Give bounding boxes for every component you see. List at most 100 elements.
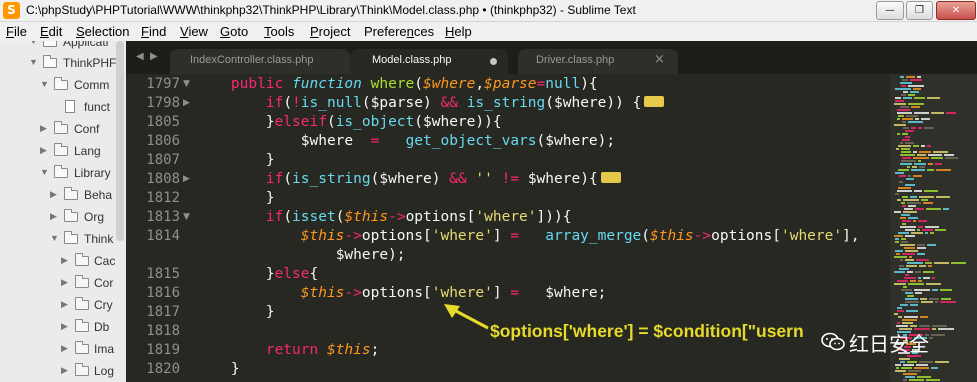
minimap-line: [943, 208, 949, 210]
tab-bar: ◀ ▶ IndexController.class.php Model.clas…: [126, 41, 977, 74]
close-button[interactable]: ✕: [936, 1, 976, 20]
minimap-line: [906, 265, 917, 267]
minimap-line: [907, 271, 913, 273]
minimap-line: [897, 190, 912, 192]
minimap-line: [941, 298, 951, 300]
minimap-line: [926, 283, 941, 285]
expand-arrow-icon[interactable]: ▼: [50, 233, 59, 243]
minimap-line: [903, 97, 912, 99]
line-number: 1819: [146, 342, 180, 358]
tab-model-class[interactable]: Model.class.php: [350, 49, 508, 74]
minimap-line: [907, 262, 923, 264]
minimap-line: [936, 169, 951, 171]
minimap-line: [905, 184, 915, 186]
minimap-line: [913, 151, 917, 153]
folded-code-badge[interactable]: [644, 90, 665, 107]
minimap-line: [898, 187, 911, 189]
menu-file[interactable]: File: [6, 24, 27, 39]
collapse-arrow-icon[interactable]: ▶: [40, 145, 47, 156]
minimap-line: [895, 238, 899, 240]
minimap-line: [946, 112, 956, 114]
tab-driver-class[interactable]: Driver.class.php ×: [518, 49, 678, 74]
fold-closed-icon[interactable]: ▶: [183, 174, 190, 184]
minimap-line: [900, 244, 915, 246]
minimap-line: [911, 232, 923, 234]
minimap-line: [908, 283, 924, 285]
minimap-line: [902, 319, 917, 321]
expand-arrow-icon[interactable]: ▼: [40, 167, 49, 177]
minimap-line: [902, 121, 906, 123]
expand-arrow-icon[interactable]: ▼: [29, 41, 38, 46]
menu-help[interactable]: Help: [445, 24, 472, 39]
tab-scroll-right-icon[interactable]: ▶: [150, 51, 158, 62]
minimap-line: [905, 376, 915, 378]
collapse-arrow-icon[interactable]: ▶: [50, 211, 57, 222]
minimap-line: [901, 367, 912, 369]
minimap-line: [894, 271, 905, 273]
menu-find[interactable]: Find: [141, 24, 166, 39]
fold-open-icon[interactable]: ▼: [183, 79, 190, 89]
menu-goto[interactable]: Goto: [220, 24, 248, 39]
minimap-line: [940, 301, 956, 303]
minimap-line: [905, 292, 913, 294]
minimap-line: [914, 289, 930, 291]
minimap-line: [919, 166, 925, 168]
minimap-line: [894, 283, 906, 285]
minimap-line: [901, 94, 906, 96]
menu-preferences[interactable]: Preferences: [364, 24, 434, 39]
minimap-line: [895, 97, 901, 99]
menu-selection[interactable]: Selection: [76, 24, 129, 39]
minimap-line: [932, 289, 938, 291]
minimap-line: [906, 76, 915, 78]
line-number: 1820: [146, 361, 180, 377]
menu-project[interactable]: Project: [310, 24, 350, 39]
minimap-line: [897, 109, 910, 111]
menu-tools[interactable]: Tools: [264, 24, 294, 39]
unsaved-dot-icon[interactable]: [490, 58, 497, 65]
minimap-line: [935, 301, 938, 303]
minimap-line: [912, 166, 917, 168]
minimap-line: [896, 325, 908, 327]
collapse-arrow-icon[interactable]: ▶: [61, 321, 68, 332]
collapse-arrow-icon[interactable]: ▶: [61, 365, 68, 376]
minimap-line: [923, 277, 930, 279]
minimap-line: [902, 322, 913, 324]
minimap-line: [919, 361, 933, 363]
collapse-arrow-icon[interactable]: ▶: [61, 255, 68, 266]
minimap-line: [926, 379, 940, 381]
minimap-line: [944, 154, 954, 156]
menu-edit[interactable]: Edit: [40, 24, 62, 39]
tab-index-controller[interactable]: IndexController.class.php: [170, 49, 350, 74]
fold-open-icon[interactable]: ▼: [183, 212, 190, 222]
minimize-button[interactable]: —: [876, 1, 904, 20]
annotation-arrow-icon: [444, 304, 489, 330]
minimap-line: [934, 262, 949, 264]
tab-scroll-left-icon[interactable]: ◀: [136, 51, 144, 62]
collapse-arrow-icon[interactable]: ▶: [40, 123, 47, 134]
tab-close-icon[interactable]: ×: [654, 52, 665, 67]
minimap-line: [928, 163, 933, 165]
expand-arrow-icon[interactable]: ▼: [40, 79, 49, 89]
minimap-line: [918, 160, 921, 162]
expand-arrow-icon[interactable]: ▼: [29, 57, 38, 67]
sublime-app-icon[interactable]: S: [3, 2, 20, 19]
folder-icon: [75, 275, 89, 288]
minimap-line: [914, 367, 929, 369]
minimap-line: [909, 256, 912, 258]
collapse-arrow-icon[interactable]: ▶: [61, 277, 68, 288]
collapse-arrow-icon[interactable]: ▶: [61, 299, 68, 310]
collapse-arrow-icon[interactable]: ▶: [50, 189, 57, 200]
minimap-line: [896, 367, 899, 369]
maximize-button[interactable]: ❐: [906, 1, 933, 20]
minimap-line: [921, 118, 930, 120]
minimap-line: [908, 205, 916, 207]
sidebar-scrollbar[interactable]: [116, 41, 124, 241]
menu-view[interactable]: View: [180, 24, 208, 39]
minimap-line: [897, 133, 900, 135]
collapse-arrow-icon[interactable]: ▶: [61, 343, 68, 354]
minimap-line: [927, 97, 940, 99]
folded-code-badge[interactable]: [600, 166, 621, 183]
minimap-line: [918, 226, 923, 228]
fold-closed-icon[interactable]: ▶: [183, 98, 190, 108]
minimap-line: [900, 142, 903, 144]
